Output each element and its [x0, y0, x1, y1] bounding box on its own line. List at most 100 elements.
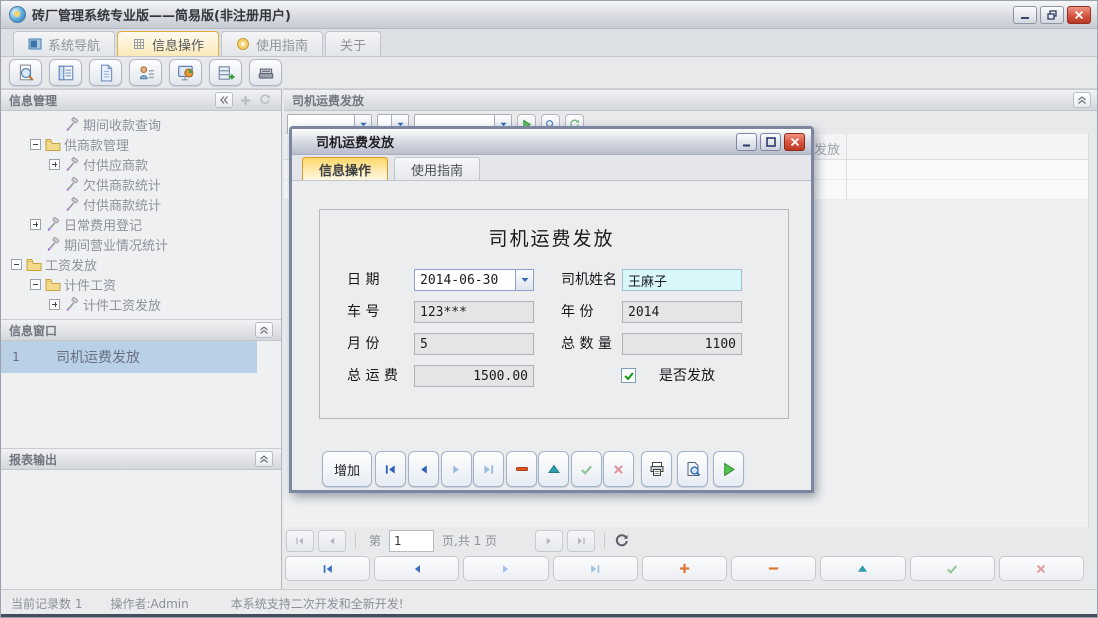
- execute-button[interactable]: [713, 451, 744, 487]
- collapse-panel-button[interactable]: [255, 322, 273, 338]
- month-field: [414, 333, 534, 355]
- plus-icon: [678, 562, 691, 575]
- collapse-sidebar-button[interactable]: [215, 92, 233, 108]
- tree-expander[interactable]: [30, 279, 41, 290]
- add-button[interactable]: 增加: [322, 451, 372, 487]
- tree-expander[interactable]: [49, 299, 60, 310]
- cancel-button[interactable]: [603, 451, 634, 487]
- nav-confirm-button[interactable]: [910, 556, 995, 581]
- next-record-button[interactable]: [441, 451, 472, 487]
- window-title: 砖厂管理系统专业版——简易版(非注册用户): [32, 5, 291, 24]
- print-button[interactable]: [641, 451, 672, 487]
- nav-first-button[interactable]: [285, 556, 370, 581]
- pager-last-button[interactable]: [567, 530, 595, 552]
- tab-user-guide[interactable]: 使用指南: [221, 31, 323, 56]
- tree-item[interactable]: 期间营业情况统计: [1, 234, 281, 254]
- driver-name-field[interactable]: [622, 269, 742, 291]
- last-record-button[interactable]: [473, 451, 504, 487]
- tree-expander[interactable]: [11, 259, 22, 270]
- tree-item[interactable]: 日常费用登记: [1, 214, 281, 234]
- printer-tray-button[interactable]: [249, 59, 282, 86]
- issued-checkbox[interactable]: [621, 368, 636, 383]
- prev-record-button[interactable]: [408, 451, 439, 487]
- tree-item[interactable]: 计件工资发放: [1, 294, 281, 314]
- next-record-icon: [449, 463, 464, 476]
- maximize-icon: [765, 136, 777, 148]
- delete-record-button[interactable]: [506, 451, 537, 487]
- dialog-minimize-button[interactable]: [736, 133, 757, 151]
- tree-item[interactable]: 期间收款查询: [1, 114, 281, 134]
- dialog-tab-information-operation[interactable]: 信息操作: [302, 157, 388, 180]
- main-tab-strip: 系统导航 信息操作 使用指南 关于: [1, 29, 1097, 57]
- search-document-icon: [17, 64, 35, 82]
- prev-record-icon: [410, 563, 424, 575]
- chevron-down-icon[interactable]: [515, 270, 533, 290]
- tool-leaf-icon: [64, 197, 80, 212]
- car-no-field: [414, 301, 534, 323]
- table-view-button[interactable]: [49, 59, 82, 86]
- tree-expander[interactable]: [49, 159, 60, 170]
- pager-prev-button[interactable]: [318, 530, 346, 552]
- first-record-button[interactable]: [375, 451, 406, 487]
- tree-expander[interactable]: [30, 219, 41, 230]
- help-icon: [236, 37, 250, 51]
- search-document-button[interactable]: [9, 59, 42, 86]
- tree-item[interactable]: 工资发放: [1, 254, 281, 274]
- month-label: 月 份: [347, 333, 379, 355]
- double-chevron-left-icon: [219, 95, 229, 105]
- tree-item[interactable]: 欠供商款统计: [1, 174, 281, 194]
- nav-delete-button[interactable]: [731, 556, 816, 581]
- confirm-button[interactable]: [571, 451, 602, 487]
- minimize-button[interactable]: [1013, 6, 1037, 24]
- new-document-button[interactable]: [89, 59, 122, 86]
- nav-next-button[interactable]: [463, 556, 548, 581]
- dialog-close-button[interactable]: [784, 133, 805, 151]
- date-combo[interactable]: 2014-06-30: [414, 269, 534, 291]
- pager-next-button[interactable]: [535, 530, 563, 552]
- page-number-input[interactable]: [389, 530, 434, 552]
- folder-icon: [45, 277, 61, 292]
- collapse-content-button[interactable]: [1073, 92, 1091, 108]
- app-window: 砖厂管理系统专业版——简易版(非注册用户) 系统导航 信息操作 使用指南 关于: [0, 0, 1098, 618]
- tree-item[interactable]: 供商款管理: [1, 134, 281, 154]
- printer-icon: [649, 461, 665, 477]
- tree-item[interactable]: 计件工资: [1, 274, 281, 294]
- user-info-button[interactable]: [129, 59, 162, 86]
- database-add-icon: [217, 64, 235, 82]
- check-icon: [623, 370, 635, 382]
- minimize-icon: [741, 136, 753, 148]
- tree-expander[interactable]: [30, 139, 41, 150]
- tab-system-navigation[interactable]: 系统导航: [13, 31, 115, 56]
- last-page-icon: [575, 535, 587, 547]
- record-count-status: 当前记录数 1: [11, 595, 82, 612]
- nav-cancel-button[interactable]: [999, 556, 1084, 581]
- add-panel-button[interactable]: [237, 92, 253, 108]
- dialog-tab-user-guide[interactable]: 使用指南: [394, 157, 480, 180]
- year-field: [622, 301, 742, 323]
- list-item[interactable]: 1 司机运费发放: [1, 341, 257, 373]
- nav-last-button[interactable]: [553, 556, 638, 581]
- monitor-chart-button[interactable]: [169, 59, 202, 86]
- last-record-icon: [481, 463, 496, 476]
- restore-button[interactable]: [1040, 6, 1064, 24]
- nav-edit-button[interactable]: [820, 556, 905, 581]
- nav-add-button[interactable]: [642, 556, 727, 581]
- check-icon: [945, 563, 959, 575]
- edit-record-button[interactable]: [538, 451, 569, 487]
- print-preview-button[interactable]: [677, 451, 708, 487]
- tab-about[interactable]: 关于: [325, 31, 381, 56]
- tree-item[interactable]: 付供应商款: [1, 154, 281, 174]
- pager-refresh-button[interactable]: [614, 533, 630, 549]
- info-management-panel-header: 信息管理: [1, 89, 281, 111]
- tree-item[interactable]: 付供商款统计: [1, 194, 281, 214]
- date-label: 日 期: [347, 269, 379, 291]
- table-view-icon: [57, 64, 75, 82]
- tab-information-operation[interactable]: 信息操作: [117, 31, 219, 56]
- refresh-tree-button[interactable]: [257, 92, 273, 108]
- dialog-maximize-button[interactable]: [760, 133, 781, 151]
- database-add-button[interactable]: [209, 59, 242, 86]
- close-button[interactable]: [1067, 6, 1091, 24]
- collapse-panel-button[interactable]: [255, 451, 273, 467]
- nav-prev-button[interactable]: [374, 556, 459, 581]
- pager-first-button[interactable]: [286, 530, 314, 552]
